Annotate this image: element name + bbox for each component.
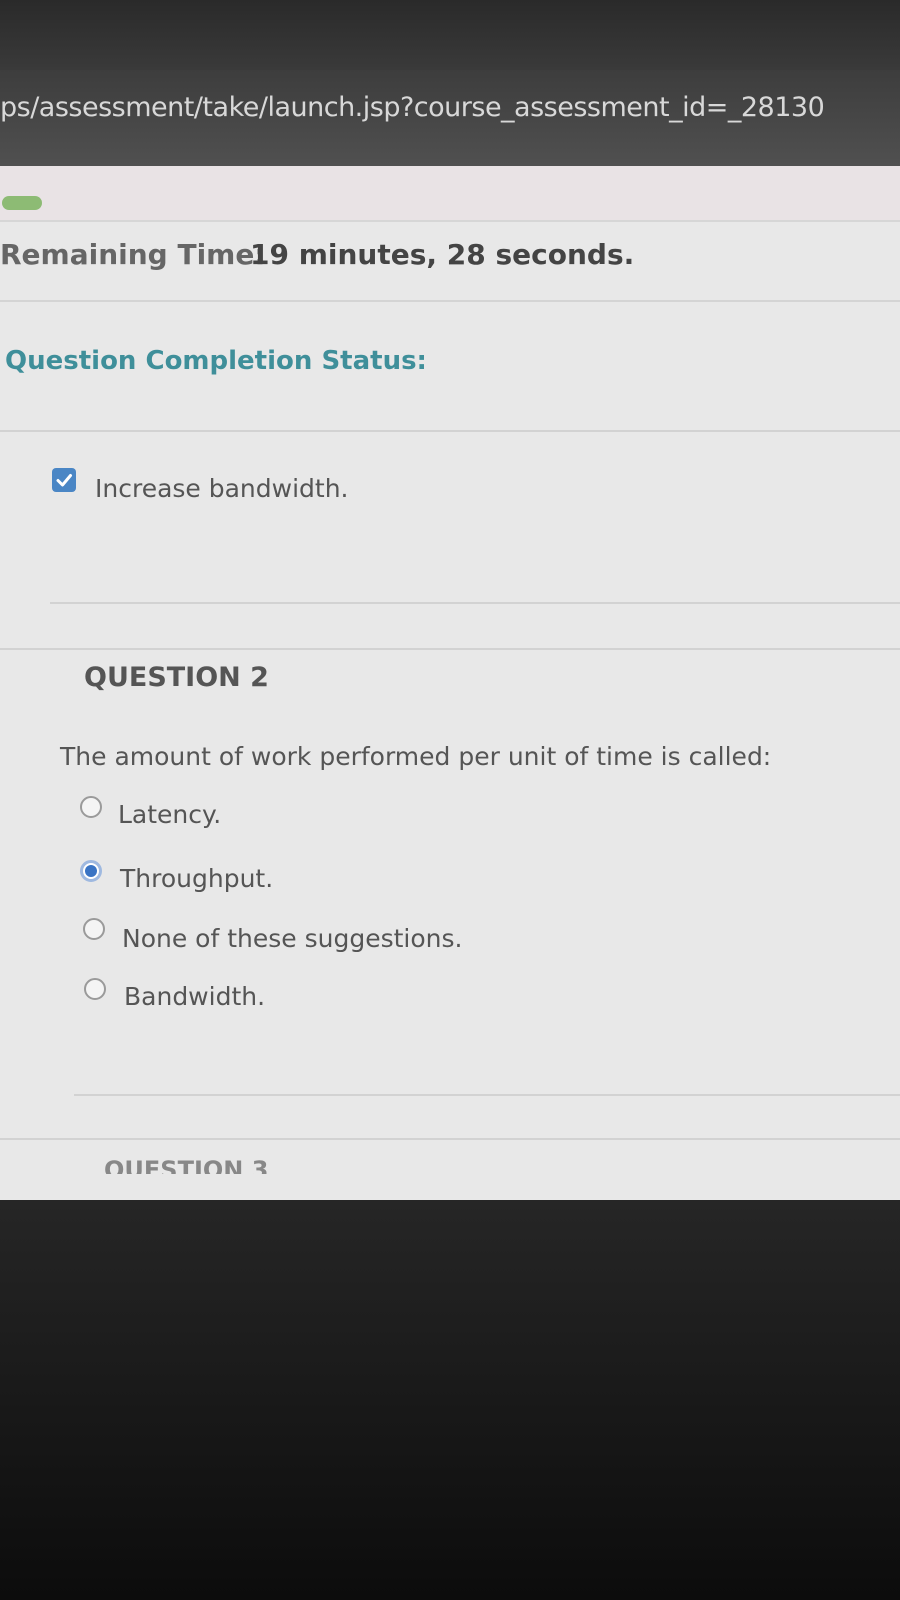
monitor-bezel-bottom bbox=[0, 1200, 900, 1600]
option-label-increase-bandwidth: Increase bandwidth. bbox=[95, 474, 349, 503]
monitor-bezel-top bbox=[0, 0, 900, 70]
radio-latency[interactable] bbox=[80, 796, 102, 818]
top-strip bbox=[0, 166, 900, 222]
question-completion-status-label[interactable]: Question Completion Status: bbox=[5, 346, 427, 376]
remaining-time-row: Remaining Time: 19 minutes, 28 seconds. bbox=[0, 232, 900, 302]
option-label-none-of-these: None of these suggestions. bbox=[122, 924, 463, 953]
remaining-time-label: Remaining Time: bbox=[0, 238, 266, 271]
question1-bottom-divider bbox=[50, 602, 900, 604]
section-divider bbox=[0, 430, 900, 432]
radio-none-of-these[interactable] bbox=[83, 918, 105, 940]
address-bar[interactable]: ps/assessment/take/launch.jsp?course_ass… bbox=[0, 70, 900, 166]
question2-text: The amount of work performed per unit of… bbox=[60, 742, 772, 771]
question-separator-2 bbox=[0, 1138, 900, 1140]
progress-pill bbox=[2, 196, 42, 210]
question3-heading-text: QUESTION 3 bbox=[104, 1156, 269, 1174]
question2-bottom-divider bbox=[74, 1094, 900, 1096]
assessment-page: Remaining Time: 19 minutes, 28 seconds. … bbox=[0, 166, 900, 1200]
option-label-latency: Latency. bbox=[118, 800, 222, 829]
checkbox-increase-bandwidth[interactable] bbox=[52, 468, 76, 492]
question2-heading: QUESTION 2 bbox=[84, 662, 269, 693]
url-text: ps/assessment/take/launch.jsp?course_ass… bbox=[0, 92, 825, 123]
option-label-bandwidth: Bandwidth. bbox=[124, 982, 266, 1011]
radio-bandwidth[interactable] bbox=[84, 978, 106, 1000]
question3-heading: QUESTION 3 bbox=[104, 1156, 304, 1174]
checkmark-icon bbox=[56, 474, 72, 487]
option-label-throughput: Throughput. bbox=[120, 864, 274, 893]
remaining-time-value: 19 minutes, 28 seconds. bbox=[250, 238, 635, 271]
radio-throughput[interactable] bbox=[80, 860, 102, 882]
question-separator bbox=[0, 648, 900, 650]
